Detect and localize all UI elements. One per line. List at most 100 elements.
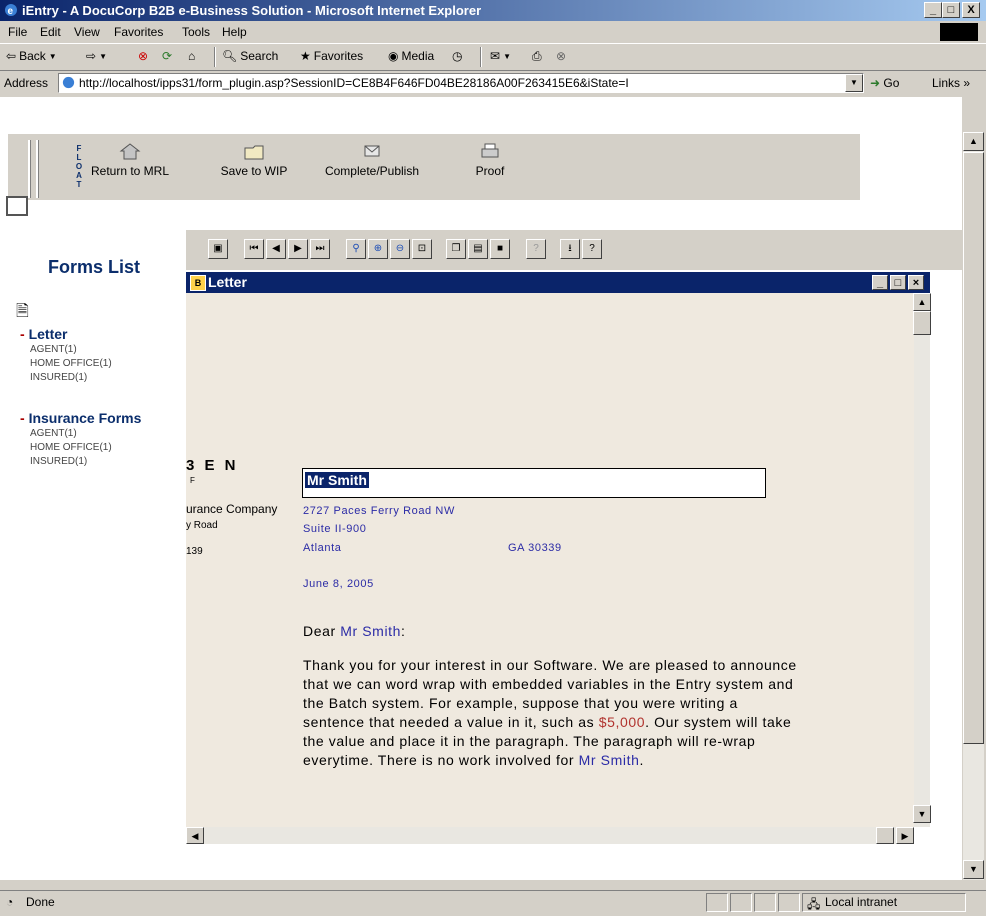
close-button[interactable]: × [908, 275, 924, 290]
stop-icon: ⊗ [138, 49, 149, 63]
ie-logo-icon: e [5, 4, 17, 17]
menu-favorites[interactable]: Favorites [114, 25, 163, 39]
menu-file[interactable]: File [8, 25, 27, 39]
scroll-thumb[interactable] [876, 827, 894, 844]
refresh-button[interactable]: ⟳ [162, 49, 172, 63]
dropdown-arrow-icon: ▼ [503, 51, 511, 61]
import-icon[interactable]: ⭳ [560, 239, 580, 259]
chevron-right-icon: » [963, 76, 971, 90]
scroll-left-button[interactable]: ◀ [186, 827, 204, 844]
scroll-up-button[interactable]: ▲ [913, 293, 931, 311]
recipient-address1: 2727 Paces Ferry Road NW [303, 505, 455, 517]
window-title-bar[interactable]: e iEntry - A DocuCorp B2B e-Business Sol… [0, 0, 986, 21]
zoom-icon[interactable]: ⚲ [346, 239, 366, 259]
amount-variable[interactable]: $5,000 [599, 714, 645, 730]
tile-icon[interactable]: ▤ [468, 239, 488, 259]
menu-view[interactable]: View [74, 25, 100, 39]
recipient-address2: Suite II-900 [303, 523, 367, 535]
next-page-icon[interactable]: ▶ [288, 239, 308, 259]
page-vertical-scrollbar[interactable]: ▲ ▼ [963, 132, 984, 880]
menu-edit[interactable]: Edit [40, 25, 61, 39]
plugin-toolbar: Return to MRL Save to WIP Complete/Publi… [8, 134, 860, 200]
letterhead-fragment: urance Company [186, 502, 278, 516]
maximize-button[interactable]: □ [942, 2, 960, 18]
save-icon[interactable]: ▣ [208, 239, 228, 259]
window-icon[interactable]: ■ [490, 239, 510, 259]
complete-publish-button[interactable]: Complete/Publish [316, 142, 428, 178]
salutation: Dear Mr Smith: [303, 623, 406, 639]
document-icon: B [190, 275, 206, 291]
form-item[interactable]: INSURED(1) [30, 372, 87, 383]
cascade-icon[interactable]: ❐ [446, 239, 466, 259]
forms-group-insurance[interactable]: - Insurance Forms [20, 410, 141, 426]
history-button[interactable]: ◷ [452, 49, 462, 63]
restore-panel-icon[interactable] [6, 196, 28, 216]
address-input[interactable]: http://localhost/ipps31/form_plugin.asp?… [58, 73, 864, 93]
stop-button[interactable]: ⊗ [138, 49, 148, 63]
letterhead-fragment: F [190, 476, 195, 485]
folder-save-icon [244, 145, 264, 160]
forms-group-letter[interactable]: - Letter [20, 326, 67, 342]
scroll-down-button[interactable]: ▼ [913, 805, 931, 823]
home-button[interactable]: ⌂ [188, 49, 195, 63]
envelope-icon [364, 145, 380, 157]
letter-window-title: Letter [208, 274, 247, 290]
address-url: http://localhost/ipps31/form_plugin.asp?… [79, 76, 629, 90]
body-line: that we can word wrap with embedded vari… [303, 676, 794, 692]
scroll-right-button[interactable]: ▶ [896, 827, 914, 844]
print-button[interactable]: ⎙ [532, 49, 542, 64]
letter-window-title-bar[interactable]: B Letter _ □ × [186, 272, 930, 293]
zoom-page-icon[interactable]: ⊡ [412, 239, 432, 259]
help-icon[interactable]: ? [526, 239, 546, 259]
return-to-mrl-button[interactable]: Return to MRL [88, 142, 172, 178]
form-item[interactable]: HOME OFFICE(1) [30, 442, 112, 453]
maximize-button[interactable]: □ [890, 275, 906, 290]
prev-page-icon[interactable]: ◀ [266, 239, 286, 259]
new-document-icon[interactable]: 🗎 [16, 300, 29, 327]
scroll-up-button[interactable]: ▲ [963, 132, 984, 151]
form-item[interactable]: INSURED(1) [30, 456, 87, 467]
printer-icon [481, 143, 499, 158]
back-button[interactable]: ⇦ Back ▼ [6, 49, 57, 63]
messenger-icon: ⊗ [556, 49, 567, 63]
form-item[interactable]: AGENT(1) [30, 344, 77, 355]
form-item[interactable]: AGENT(1) [30, 428, 77, 439]
scroll-down-button[interactable]: ▼ [963, 860, 984, 879]
help-doc-icon[interactable]: ? [582, 239, 602, 259]
letter-vertical-scrollbar[interactable]: ▲ ▼ [913, 293, 931, 827]
messenger-button[interactable]: ⊗ [556, 49, 566, 63]
minimize-button[interactable]: _ [872, 275, 888, 290]
scroll-thumb[interactable] [963, 152, 984, 744]
dropdown-arrow-icon: ▼ [48, 51, 57, 61]
zoom-out-icon[interactable]: ⊖ [390, 239, 410, 259]
salutation-name-variable[interactable]: Mr Smith [340, 623, 401, 639]
name-variable[interactable]: Mr Smith [579, 752, 640, 768]
float-handle[interactable]: F L O A T [28, 140, 90, 198]
media-button[interactable]: ◉ Media [388, 49, 434, 63]
address-bar: Address http://localhost/ipps31/form_plu… [0, 71, 986, 95]
scroll-thumb[interactable] [913, 311, 931, 335]
links-button[interactable]: Links » [932, 76, 970, 90]
close-button[interactable]: X [962, 2, 980, 18]
search-button[interactable]: 🔍︎ Search [222, 49, 278, 63]
first-page-icon[interactable]: ⏮ [244, 239, 264, 259]
go-button[interactable]: ➜ Go [870, 76, 899, 90]
favorites-button[interactable]: ★ Favorites [300, 49, 363, 63]
mail-button[interactable]: ✉ ▼ [490, 49, 511, 63]
form-item[interactable]: HOME OFFICE(1) [30, 358, 112, 369]
forward-button[interactable]: ⇨ ▼ [86, 49, 107, 63]
letter-horizontal-scrollbar[interactable]: ◀ ▶ [186, 827, 914, 844]
windows-logo-icon [940, 23, 978, 41]
proof-button[interactable]: Proof [468, 142, 512, 178]
zone-text: Local intranet [825, 895, 898, 909]
menu-help[interactable]: Help [222, 25, 247, 39]
recipient-name-field[interactable]: Mr Smith [302, 468, 766, 498]
save-to-wip-button[interactable]: Save to WIP [214, 142, 294, 178]
address-dropdown-button[interactable]: ▼ [845, 74, 863, 92]
zoom-in-icon[interactable]: ⊕ [368, 239, 388, 259]
minimize-button[interactable]: _ [924, 2, 942, 18]
dropdown-arrow-icon: ▼ [99, 51, 107, 61]
status-panel [754, 893, 776, 912]
menu-tools[interactable]: Tools [182, 25, 210, 39]
last-page-icon[interactable]: ⏭ [310, 239, 330, 259]
